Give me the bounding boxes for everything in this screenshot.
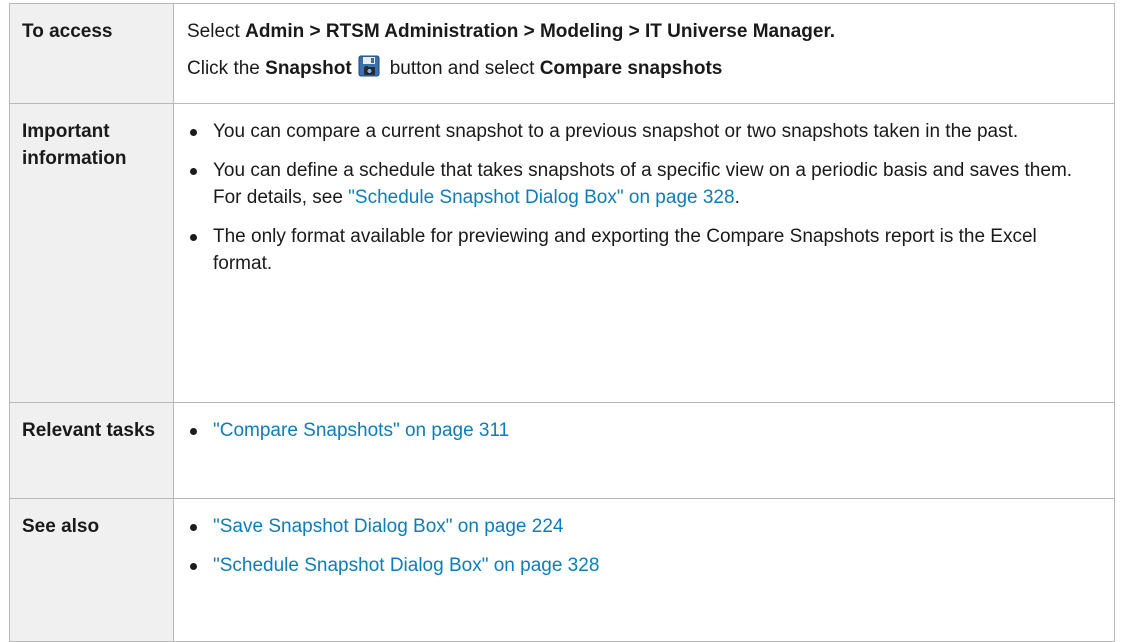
save-snapshot-link[interactable]: "Save Snapshot Dialog Box" on page 224 [213,516,563,537]
tasks-list: "Compare Snapshots" on page 311 [187,417,1100,444]
access-path-line: Select Admin > RTSM Administration > Mod… [187,21,836,42]
menu-path: Admin > RTSM Administration > Modeling >… [245,21,836,42]
reference-table: To access Select Admin > RTSM Administra… [9,3,1115,642]
see-also-list: "Save Snapshot Dialog Box" on page 224 "… [187,513,1100,579]
information-list: You can compare a current snapshot to a … [187,118,1100,277]
row-to-access: To access Select Admin > RTSM Administra… [9,3,1115,104]
row-content: "Save Snapshot Dialog Box" on page 224 "… [173,498,1115,642]
row-relevant-tasks: Relevant tasks "Compare Snapshots" on pa… [9,402,1115,499]
compare-snapshots-option: Compare snapshots [539,58,723,79]
row-content: "Compare Snapshots" on page 311 [173,402,1115,499]
bullet-icon [190,563,197,570]
row-see-also: See also "Save Snapshot Dialog Box" on p… [9,498,1115,642]
schedule-snapshot-link[interactable]: "Schedule Snapshot Dialog Box" on page 3… [213,555,599,576]
list-item: "Schedule Snapshot Dialog Box" on page 3… [187,552,1100,579]
list-item: You can compare a current snapshot to a … [187,118,1100,145]
row-label: See also [9,498,174,642]
row-label: To access [9,3,174,104]
schedule-snapshot-link[interactable]: "Schedule Snapshot Dialog Box" on page 3… [348,187,734,208]
list-item: "Compare Snapshots" on page 311 [187,417,1100,444]
bullet-icon [190,129,197,136]
snapshot-button-name: Snapshot [265,58,352,79]
snapshot-instruction-line: Click the Snapshot button and select Com… [187,55,1100,82]
bullet-icon [190,428,197,435]
row-content: Select Admin > RTSM Administration > Mod… [173,3,1115,104]
bullet-icon [190,234,197,241]
row-label: Important information [9,103,174,403]
bullet-icon [190,168,197,175]
row-content: You can compare a current snapshot to a … [173,103,1115,403]
row-label: Relevant tasks [9,402,174,499]
snapshot-icon [358,55,380,77]
list-item: You can define a schedule that takes sna… [187,157,1100,211]
compare-snapshots-link[interactable]: "Compare Snapshots" on page 311 [213,420,509,441]
list-item: The only format available for previewing… [187,223,1100,277]
bullet-icon [190,524,197,531]
row-important-information: Important information You can compare a … [9,103,1115,403]
list-item: "Save Snapshot Dialog Box" on page 224 [187,513,1100,540]
